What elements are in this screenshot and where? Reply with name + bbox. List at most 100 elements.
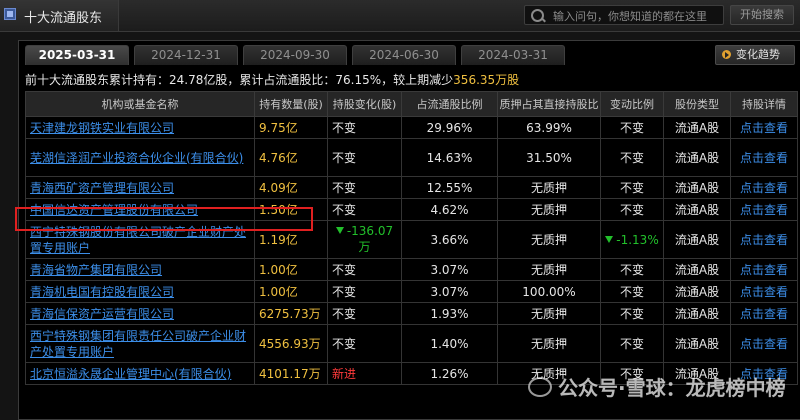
share-change-cell: 不变	[327, 280, 402, 303]
float-ratio-cell: 3.07%	[401, 258, 498, 281]
change-ratio-cell: 不变	[600, 324, 664, 363]
change-ratio-cell: 不变	[600, 138, 664, 177]
pledge-ratio-cell: 63.99%	[497, 116, 601, 139]
column-header: 股份类型	[663, 91, 731, 117]
shareholder-name-cell: 中国信达资产管理股份有限公司	[25, 198, 255, 221]
pledge-ratio-cell: 31.50%	[497, 138, 601, 177]
table-header-row: 机构或基金名称 持有数量(股) 持股变化(股) 占流通股比例 质押占其直接持股比 变动比例…	[25, 91, 798, 117]
shareholder-link[interactable]: 芜湖信泽润产业投资合伙企业(有限合伙)	[30, 151, 243, 165]
share-change-cell: 不变	[327, 138, 402, 177]
view-detail-link[interactable]: 点击查看	[730, 302, 798, 325]
play-circle-icon	[722, 50, 731, 59]
holdings-summary: 前十大流通股东累计持有：24.78亿股，累计占流通股比：76.15%，较上期减少…	[25, 71, 519, 88]
share-change-cell: 新进	[327, 362, 402, 385]
float-ratio-cell: 4.62%	[401, 198, 498, 221]
pledge-ratio-cell: 100.00%	[497, 280, 601, 303]
share-type-cell: 流通A股	[663, 176, 731, 199]
pledge-ratio-cell: 无质押	[497, 302, 601, 325]
column-header: 持股详情	[730, 91, 798, 117]
search-input[interactable]	[551, 7, 725, 25]
share-type-cell: 流通A股	[663, 302, 731, 325]
shareholder-name-cell: 芜湖信泽润产业投资合伙企业(有限合伙)	[25, 138, 255, 177]
change-value: -136.07万	[346, 224, 394, 254]
shareholders-panel: 2025-03-31 2024-12-31 2024-09-30 2024-06-30…	[18, 40, 800, 420]
view-detail-link[interactable]: 点击查看	[730, 258, 798, 281]
tab-2025-03-31[interactable]: 2025-03-31	[25, 45, 129, 65]
pledge-ratio-cell: 无质押	[497, 198, 601, 221]
shareholders-table: 机构或基金名称 持有数量(股) 持股变化(股) 占流通股比例 质押占其直接持股比 变动比例…	[25, 91, 798, 385]
view-detail-link[interactable]: 点击查看	[730, 116, 798, 139]
view-detail-link[interactable]: 点击查看	[730, 138, 798, 177]
tab-2024-12-31[interactable]: 2024-12-31	[134, 45, 238, 65]
change-ratio-cell: 不变	[600, 280, 664, 303]
holding-cell: 6275.73万	[254, 302, 328, 325]
column-header: 持有数量(股)	[254, 91, 328, 117]
shareholder-name-cell: 青海机电国有控股有限公司	[25, 280, 255, 303]
holding-cell: 4556.93万	[254, 324, 328, 363]
table-row: 天津建龙钢铁实业有限公司 9.75亿 不变 29.96% 63.99% 不变 流通A股 点击查…	[25, 116, 798, 139]
float-ratio-cell: 1.40%	[401, 324, 498, 363]
shareholder-link[interactable]: 中国信达资产管理股份有限公司	[30, 203, 198, 217]
shareholder-name-cell: 青海信保资产运营有限公司	[25, 302, 255, 325]
change-ratio-cell: 不变	[600, 176, 664, 199]
tab-2024-03-31[interactable]: 2024-03-31	[461, 45, 565, 65]
share-type-cell: 流通A股	[663, 280, 731, 303]
share-change-cell: 不变	[327, 116, 402, 139]
pledge-ratio-cell: 无质押	[497, 258, 601, 281]
holding-cell: 4.09亿	[254, 176, 328, 199]
summary-ratio: 76.15%	[335, 73, 382, 87]
tab-2024-09-30[interactable]: 2024-09-30	[243, 45, 347, 65]
change-ratio-cell: 不变	[600, 116, 664, 139]
shareholder-name-cell: 天津建龙钢铁实业有限公司	[25, 116, 255, 139]
view-detail-link[interactable]: 点击查看	[730, 220, 798, 259]
search-box[interactable]	[524, 5, 725, 25]
shareholder-name-cell: 青海西矿资产管理有限公司	[25, 176, 255, 199]
shareholder-link[interactable]: 西宁特殊钢集团有限责任公司破产企业财产处置专用账户	[30, 329, 246, 359]
shareholder-link[interactable]: 天津建龙钢铁实业有限公司	[30, 121, 174, 135]
shareholder-link[interactable]: 青海省物产集团有限公司	[30, 263, 162, 277]
summary-prefix: 前十大流通股东累计持有：	[25, 73, 170, 87]
float-ratio-cell: 12.55%	[401, 176, 498, 199]
share-change-cell: 不变	[327, 324, 402, 363]
watermark-text: 公众号·雪球：龙虎榜中榜	[558, 376, 786, 400]
change-ratio-cell: -1.13%	[600, 220, 664, 259]
pledge-ratio-cell: 无质押	[497, 176, 601, 199]
tab-2024-06-30[interactable]: 2024-06-30	[352, 45, 456, 65]
window-title-tab[interactable]: 十大流通股东	[0, 0, 119, 31]
view-detail-link[interactable]: 点击查看	[730, 324, 798, 363]
view-detail-link[interactable]: 点击查看	[730, 198, 798, 221]
share-type-cell: 流通A股	[663, 116, 731, 139]
float-ratio-cell: 1.26%	[401, 362, 498, 385]
view-detail-link[interactable]: 点击查看	[730, 176, 798, 199]
float-ratio-cell: 1.93%	[401, 302, 498, 325]
search-button[interactable]: 开始搜索	[730, 5, 794, 25]
shareholder-link[interactable]: 青海信保资产运营有限公司	[30, 307, 174, 321]
float-ratio-cell: 14.63%	[401, 138, 498, 177]
shareholder-name-cell: 北京恒溢永晟企业管理中心(有限合伙)	[25, 362, 255, 385]
shareholder-name-cell: 西宁特殊钢股份有限公司破产企业财产处置专用账户	[25, 220, 255, 259]
holding-cell: 1.19亿	[254, 220, 328, 259]
change-trend-label: 变化趋势	[736, 48, 780, 61]
window-title: 十大流通股东	[24, 11, 103, 26]
shareholder-link[interactable]: 北京恒溢永晟企业管理中心(有限合伙)	[30, 367, 231, 381]
top-bar: 十大流通股东 开始搜索	[0, 0, 800, 32]
change-trend-button[interactable]: 变化趋势	[715, 45, 795, 65]
arrow-down-icon	[335, 227, 344, 234]
share-type-cell: 流通A股	[663, 324, 731, 363]
float-ratio-cell: 3.07%	[401, 280, 498, 303]
share-type-cell: 流通A股	[663, 138, 731, 177]
holding-cell: 1.00亿	[254, 280, 328, 303]
shareholder-link[interactable]: 青海西矿资产管理有限公司	[30, 181, 174, 195]
holding-cell: 4.76亿	[254, 138, 328, 177]
table-row: 芜湖信泽润产业投资合伙企业(有限合伙) 4.76亿 不变 14.63% 31.50% 不变…	[25, 138, 798, 177]
table-row: 西宁特殊钢股份有限公司破产企业财产处置专用账户 1.19亿 -136.07万 3.66…	[25, 220, 798, 259]
view-detail-link[interactable]: 点击查看	[730, 280, 798, 303]
column-header: 变动比例	[600, 91, 664, 117]
pledge-ratio-cell: 无质押	[497, 220, 601, 259]
summary-total: 24.78亿股	[169, 73, 228, 87]
table-row: 青海信保资产运营有限公司 6275.73万 不变 1.93% 无质押 不变 流通A股 点击查看	[25, 302, 798, 325]
shareholder-name-cell: 青海省物产集团有限公司	[25, 258, 255, 281]
shareholder-link[interactable]: 西宁特殊钢股份有限公司破产企业财产处置专用账户	[30, 225, 246, 255]
shareholder-link[interactable]: 青海机电国有控股有限公司	[30, 285, 174, 299]
table-row: 青海机电国有控股有限公司 1.00亿 不变 3.07% 100.00% 不变 流通A股 点击查…	[25, 280, 798, 303]
